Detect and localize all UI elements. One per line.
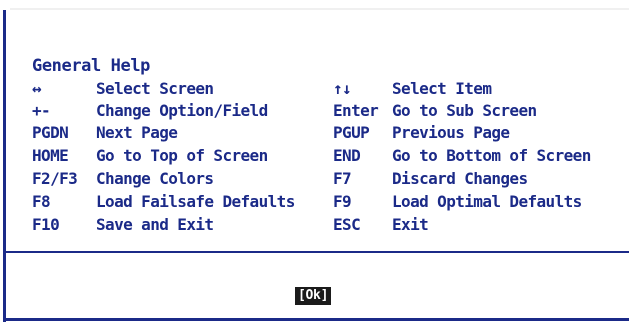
help-row-home-end: HOME Go to Top of Screen END Go to Botto… [0, 145, 629, 167]
help-key-f2-f3: F2/F3 [32, 169, 78, 188]
dialog-footer-divider [6, 251, 629, 253]
help-key-f7: F7 [333, 169, 352, 188]
general-help-dialog: General Help ↔ Select Screen ↑↓ Select I… [0, 0, 629, 326]
dialog-bottom-border [3, 318, 629, 321]
help-desc-change-option: Change Option/Field [96, 101, 268, 120]
help-row-exit: F10 Save and Exit ESC Exit [0, 214, 629, 236]
help-key-f9: F9 [333, 192, 352, 211]
help-key-pgdn: PGDN [32, 123, 69, 142]
help-key-f8: F8 [32, 192, 51, 211]
help-desc-next-page: Next Page [96, 123, 178, 142]
help-desc-save-and-exit: Save and Exit [96, 215, 214, 234]
help-row-defaults: F8 Load Failsafe Defaults F9 Load Optima… [0, 191, 629, 213]
help-key-end: END [333, 146, 361, 165]
help-key-pgup: PGUP [333, 123, 370, 142]
help-row-select-screen: ↔ Select Screen ↑↓ Select Item [0, 78, 629, 100]
help-desc-top-of-screen: Go to Top of Screen [96, 146, 268, 165]
help-key-esc: ESC [333, 215, 361, 234]
ok-button[interactable]: [Ok] [295, 287, 332, 305]
help-key-enter: Enter [333, 101, 379, 120]
help-desc-change-colors: Change Colors [96, 169, 214, 188]
help-desc-select-screen: Select Screen [96, 79, 214, 98]
help-desc-exit: Exit [392, 215, 429, 234]
dialog-title: General Help [32, 56, 151, 76]
help-row-change-option: +- Change Option/Field Enter Go to Sub S… [0, 100, 629, 122]
help-desc-optimal-defaults: Load Optimal Defaults [392, 192, 582, 211]
help-row-colors: F2/F3 Change Colors F7 Discard Changes [0, 168, 629, 190]
help-desc-select-item: Select Item [392, 79, 492, 98]
help-key-arrows-up-down: ↑↓ [333, 79, 352, 98]
help-desc-previous-page: Previous Page [392, 123, 510, 142]
help-desc-sub-screen: Go to Sub Screen [392, 101, 537, 120]
help-key-arrows-left-right: ↔ [32, 79, 42, 98]
help-key-home: HOME [32, 146, 69, 165]
help-desc-bottom-of-screen: Go to Bottom of Screen [392, 146, 591, 165]
help-key-f10: F10 [32, 215, 60, 234]
dialog-top-border [10, 8, 629, 10]
help-desc-failsafe-defaults: Load Failsafe Defaults [96, 192, 295, 211]
help-key-plus-minus: +- [32, 101, 51, 120]
help-desc-discard-changes: Discard Changes [392, 169, 528, 188]
help-row-page: PGDN Next Page PGUP Previous Page [0, 122, 629, 144]
